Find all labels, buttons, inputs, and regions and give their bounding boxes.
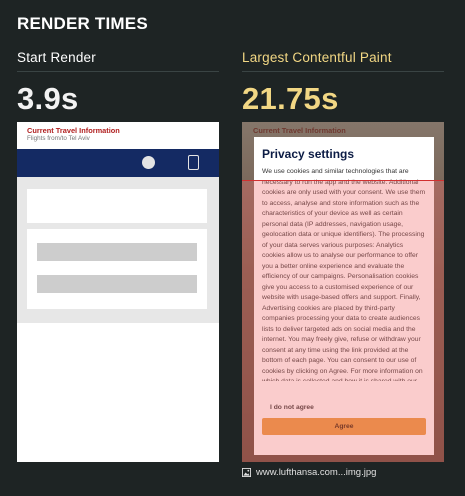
privacy-modal-title: Privacy settings bbox=[262, 147, 355, 161]
lcp-element-url[interactable]: www.lufthansa.com...img.jpg bbox=[256, 467, 376, 478]
lcp-element-caption: www.lufthansa.com...img.jpg bbox=[242, 466, 376, 478]
screenshot-page-subtitle: Flights from/to Tel Aviv bbox=[27, 135, 90, 142]
placeholder-card bbox=[27, 189, 207, 223]
screenshot-nav-bar bbox=[17, 149, 219, 177]
start-render-value: 3.9s bbox=[17, 81, 79, 116]
lcp-value: 21.75s bbox=[242, 81, 339, 116]
placeholder-card bbox=[27, 229, 207, 309]
skeleton-bar bbox=[37, 243, 197, 261]
page-heading: RENDER TIMES bbox=[17, 14, 148, 33]
start-render-label: Start Render bbox=[17, 50, 219, 72]
phone-icon bbox=[188, 155, 199, 170]
lcp-screenshot: Current Travel Information Privacy setti… bbox=[242, 122, 444, 462]
image-icon bbox=[242, 467, 251, 477]
screenshot-placeholder-panel bbox=[17, 177, 219, 323]
user-circle-icon bbox=[142, 156, 155, 169]
lcp-metric: Largest Contentful Paint 21.75s bbox=[242, 50, 444, 117]
screenshot-page-title: Current Travel Information bbox=[253, 126, 346, 135]
start-render-screenshot: Current Travel Information Flights from/… bbox=[17, 122, 219, 462]
start-render-metric: Start Render 3.9s bbox=[17, 50, 219, 117]
lcp-element-highlight bbox=[242, 180, 444, 462]
screenshot-page-title: Current Travel Information bbox=[27, 126, 120, 135]
lcp-label: Largest Contentful Paint bbox=[242, 50, 444, 72]
skeleton-bar bbox=[37, 275, 197, 293]
